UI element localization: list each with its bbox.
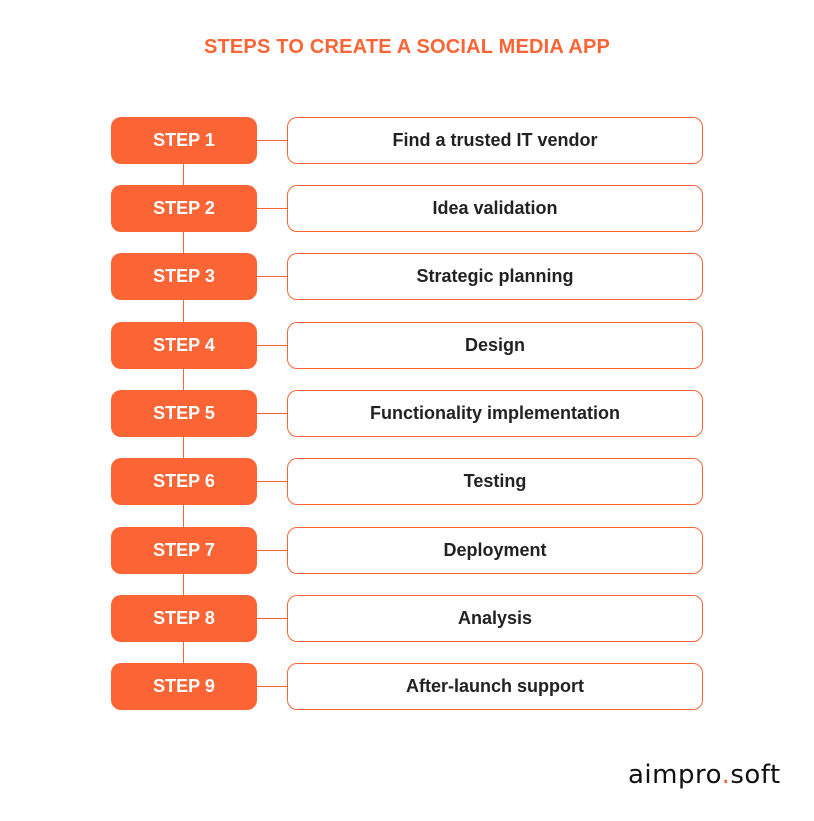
step-connector	[257, 686, 287, 687]
step-badge: STEP 3	[111, 253, 257, 300]
step-badge: STEP 7	[111, 527, 257, 574]
step-badge: STEP 8	[111, 595, 257, 642]
step-badge: STEP 9	[111, 663, 257, 710]
step-label: Find a trusted IT vendor	[287, 117, 703, 164]
step-connector	[257, 276, 287, 277]
step-label: Design	[287, 322, 703, 369]
step-badge: STEP 4	[111, 322, 257, 369]
step-connector	[257, 208, 287, 209]
step-row: STEP 4 Design	[111, 322, 703, 370]
step-row: STEP 1 Find a trusted IT vendor	[111, 117, 703, 165]
brand-logo: aimpro.soft	[628, 760, 781, 790]
step-row: STEP 8 Analysis	[111, 595, 703, 643]
step-badge: STEP 5	[111, 390, 257, 437]
logo-text-suffix: soft	[730, 760, 781, 790]
step-badge: STEP 2	[111, 185, 257, 232]
step-badge: STEP 1	[111, 117, 257, 164]
step-row: STEP 6 Testing	[111, 458, 703, 506]
page-title: STEPS TO CREATE A SOCIAL MEDIA APP	[203, 36, 611, 58]
step-connector	[257, 550, 287, 551]
step-row: STEP 9 After-launch support	[111, 663, 703, 711]
step-label: Deployment	[287, 527, 703, 574]
step-label: Testing	[287, 458, 703, 505]
step-connector	[257, 413, 287, 414]
step-badge: STEP 6	[111, 458, 257, 505]
step-label: Analysis	[287, 595, 703, 642]
step-label: After-launch support	[287, 663, 703, 710]
step-row: STEP 2 Idea validation	[111, 185, 703, 233]
logo-text-main: aimpro	[628, 760, 722, 790]
step-connector	[257, 140, 287, 141]
step-row: STEP 7 Deployment	[111, 527, 703, 575]
step-row: STEP 5 Functionality implementation	[111, 390, 703, 438]
logo-dot: .	[721, 760, 731, 790]
step-connector	[257, 345, 287, 346]
step-label: Functionality implementation	[287, 390, 703, 437]
step-row: STEP 3 Strategic planning	[111, 253, 703, 301]
step-label: Idea validation	[287, 185, 703, 232]
step-connector	[257, 618, 287, 619]
step-label: Strategic planning	[287, 253, 703, 300]
step-connector	[257, 481, 287, 482]
